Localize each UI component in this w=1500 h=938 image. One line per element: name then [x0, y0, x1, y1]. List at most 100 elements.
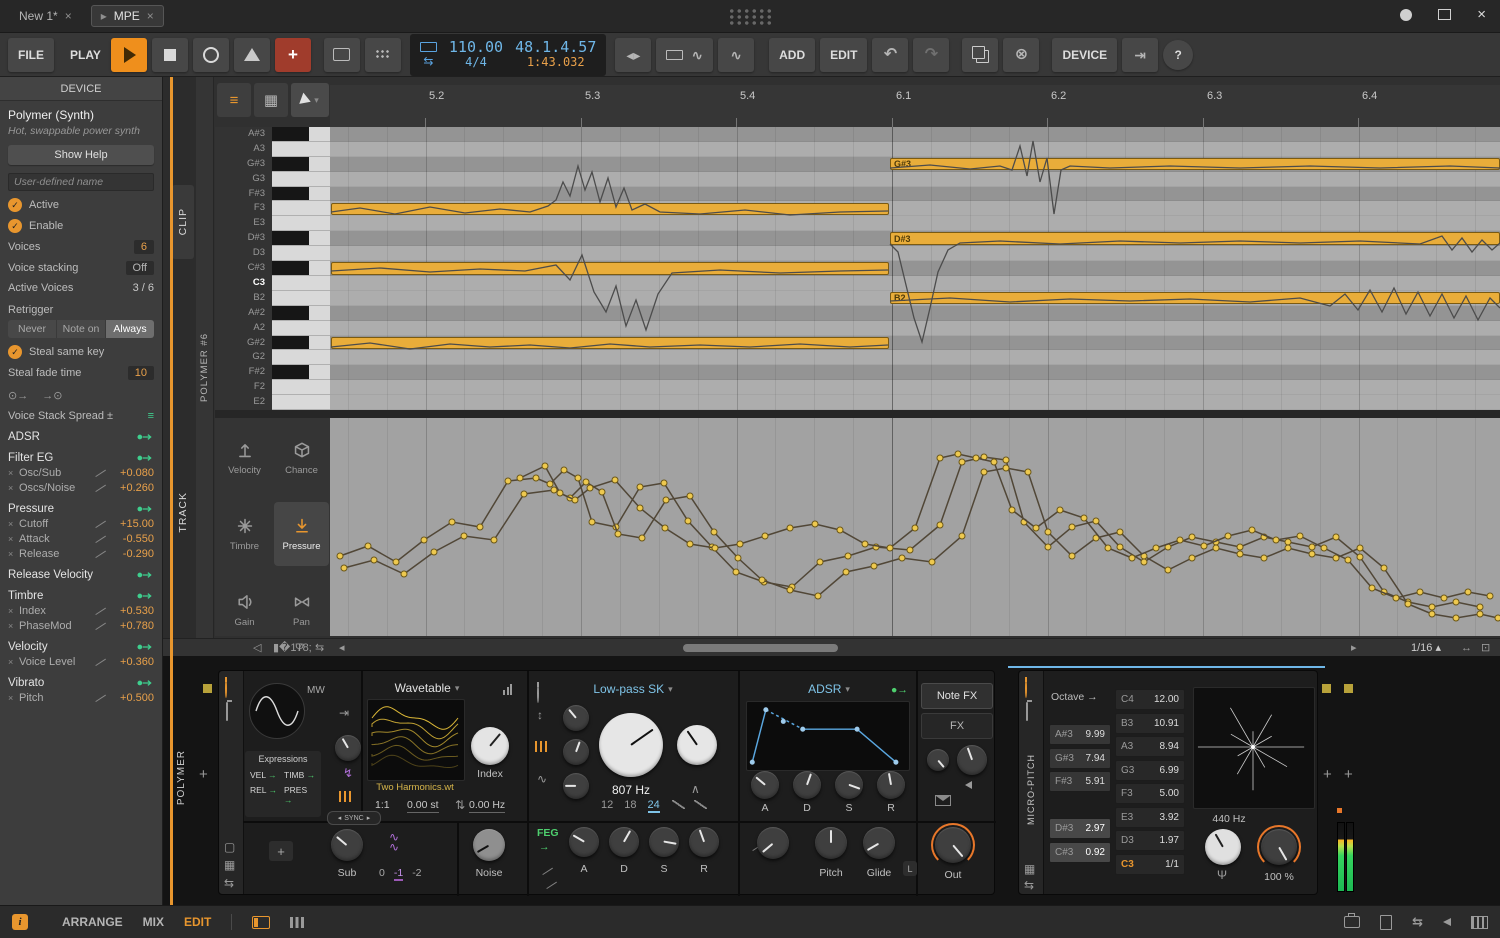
- pressure-point[interactable]: [991, 459, 997, 465]
- note-detune[interactable]: 3.92: [1160, 812, 1179, 823]
- pressure-point[interactable]: [1285, 539, 1291, 545]
- expression-lane-timbre[interactable]: Timbre: [217, 502, 272, 566]
- retrigger-always[interactable]: Always: [106, 320, 154, 338]
- pressure-point[interactable]: [1357, 554, 1363, 560]
- pressure-point[interactable]: [1465, 589, 1471, 595]
- pressure-point[interactable]: [337, 553, 343, 559]
- voice-in-icon[interactable]: →⊙: [42, 389, 62, 402]
- mod-section-header[interactable]: Vibrato: [8, 677, 154, 689]
- device-custom-name-input[interactable]: [8, 173, 154, 191]
- mod-section-header[interactable]: Filter EG: [8, 452, 154, 464]
- pressure-point[interactable]: [843, 569, 849, 575]
- pressure-point[interactable]: [551, 487, 557, 493]
- pressure-point[interactable]: [959, 533, 965, 539]
- tuning-radar-display[interactable]: [1193, 687, 1315, 809]
- mod-amount[interactable]: -0.550: [112, 533, 154, 545]
- fx-send-knob[interactable]: [927, 749, 949, 771]
- pressure-point[interactable]: [1357, 545, 1363, 551]
- pitch-expression-curve[interactable]: [890, 288, 1500, 320]
- device-power-icon[interactable]: [225, 679, 227, 698]
- piano-key[interactable]: [272, 306, 330, 321]
- sub-octave-0[interactable]: 0: [379, 867, 385, 881]
- filter-type-selector[interactable]: Low-pass SK▾: [553, 682, 713, 696]
- expression-lane-chance[interactable]: Chance: [274, 426, 329, 490]
- pressure-point[interactable]: [1321, 545, 1327, 551]
- pressure-point[interactable]: [1003, 457, 1009, 463]
- pressure-point[interactable]: [517, 475, 523, 481]
- pressure-point[interactable]: [1069, 553, 1075, 559]
- remove-mod-icon[interactable]: ×: [8, 483, 19, 493]
- pressure-point[interactable]: [639, 535, 645, 541]
- tab-clip[interactable]: CLIP: [172, 185, 194, 259]
- filter-env-knob[interactable]: [563, 705, 589, 731]
- pressure-point[interactable]: [735, 555, 741, 561]
- link-icon[interactable]: ⇆: [315, 641, 324, 655]
- piano-key[interactable]: [272, 172, 330, 187]
- micropitch-note-D#3[interactable]: D#32.97: [1049, 818, 1111, 839]
- steal-same-key-toggle[interactable]: ✓Steal same key: [8, 345, 154, 359]
- pressure-point[interactable]: [1477, 604, 1483, 610]
- piano-key[interactable]: [272, 336, 330, 351]
- pressure-point[interactable]: [461, 533, 467, 539]
- piano-key[interactable]: [272, 261, 330, 276]
- mod-section-header[interactable]: ADSR: [8, 431, 154, 443]
- expression-vel-toggle[interactable]: VEL →: [250, 770, 282, 780]
- pressure-point[interactable]: [981, 469, 987, 475]
- pressure-point[interactable]: [1441, 595, 1447, 601]
- pressure-point[interactable]: [491, 537, 497, 543]
- layout-mix[interactable]: MIX: [143, 915, 164, 929]
- note-list-button[interactable]: ≡: [217, 83, 251, 117]
- device-micro-pitch[interactable]: MICRO-PITCH ▦ ⇆ Octave → C412.00B310.91A…: [1018, 670, 1318, 895]
- maximize-icon[interactable]: [1438, 9, 1451, 20]
- pressure-point[interactable]: [1033, 525, 1039, 531]
- pressure-point[interactable]: [1045, 529, 1051, 535]
- punch-out-button[interactable]: [365, 38, 401, 72]
- mix-knob[interactable]: [1261, 829, 1297, 865]
- mod-route-icon[interactable]: [137, 571, 154, 579]
- mod-amount[interactable]: +0.780: [112, 620, 154, 632]
- pressure-point[interactable]: [1213, 545, 1219, 551]
- active-toggle[interactable]: ✓Active: [8, 198, 154, 212]
- horizontal-scrollbar[interactable]: [683, 644, 838, 652]
- pressure-point[interactable]: [787, 587, 793, 593]
- mod-target[interactable]: ×Voice Level+0.360: [8, 656, 154, 668]
- osc-level-icon[interactable]: [503, 684, 512, 695]
- out-level-knob[interactable]: [935, 827, 971, 863]
- remove-mod-icon[interactable]: ×: [8, 534, 19, 544]
- pressure-point[interactable]: [1369, 585, 1375, 591]
- mod-route-icon[interactable]: [137, 433, 154, 441]
- note-detune[interactable]: 10.91: [1154, 718, 1179, 729]
- pressure-point[interactable]: [583, 479, 589, 485]
- info-icon[interactable]: i: [12, 914, 28, 930]
- pressure-point[interactable]: [955, 451, 961, 457]
- amp-env-selector[interactable]: ADSR▾: [779, 682, 879, 696]
- pressure-point[interactable]: [561, 467, 567, 473]
- mod-source-icon[interactable]: ↯: [343, 767, 353, 779]
- expression-lane-gain[interactable]: Gain: [217, 578, 272, 642]
- piano-key[interactable]: [272, 216, 330, 231]
- pointer-tool-button[interactable]: ▾: [291, 83, 329, 117]
- pressure-point[interactable]: [341, 565, 347, 571]
- project-panel-icon[interactable]: [1344, 916, 1360, 928]
- piano-key[interactable]: [272, 395, 330, 410]
- project-tab-new1[interactable]: New 1* ×: [10, 6, 81, 26]
- note-detune[interactable]: 5.00: [1160, 788, 1179, 799]
- amp-attack-knob[interactable]: [751, 771, 779, 799]
- pressure-point[interactable]: [542, 463, 548, 469]
- mod-amount[interactable]: -0.290: [112, 548, 154, 560]
- pressure-point[interactable]: [973, 455, 979, 461]
- pressure-point[interactable]: [521, 491, 527, 497]
- pressure-point[interactable]: [557, 490, 563, 496]
- pressure-point[interactable]: [505, 478, 511, 484]
- device-preset-icon[interactable]: [226, 702, 228, 721]
- pressure-point[interactable]: [431, 549, 437, 555]
- stop-button[interactable]: [152, 38, 188, 72]
- close-icon[interactable]: ×: [147, 9, 154, 23]
- edit-menu-button[interactable]: EDIT: [820, 38, 867, 72]
- pressure-point[interactable]: [912, 525, 918, 531]
- voice-stacking-value[interactable]: Off: [126, 261, 154, 275]
- fold-keys-button[interactable]: ▦: [254, 83, 288, 117]
- mod-amount[interactable]: +0.500: [112, 692, 154, 704]
- enable-toggle[interactable]: ✓Enable: [8, 219, 154, 233]
- feg-attack-knob[interactable]: [569, 827, 599, 857]
